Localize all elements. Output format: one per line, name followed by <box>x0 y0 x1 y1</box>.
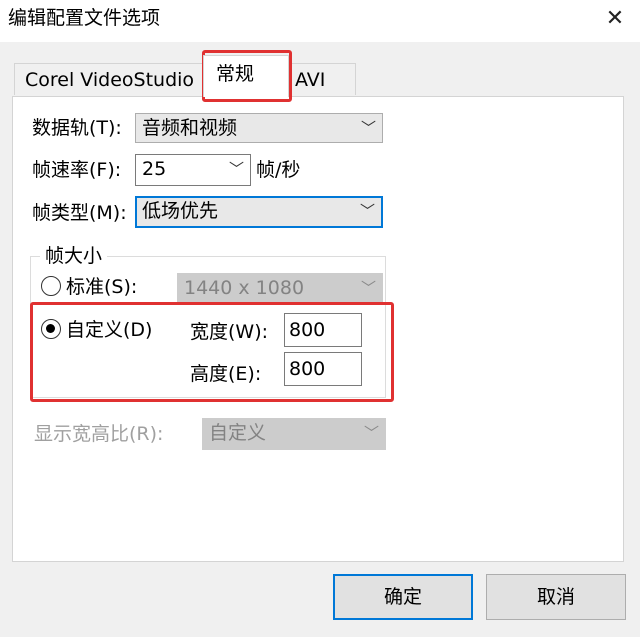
data-track-value: 音频和视频 <box>142 117 238 139</box>
chevron-down-icon: ﹀ <box>360 279 376 297</box>
frame-rate-combo[interactable]: 25 ﹀ <box>135 154 251 186</box>
frame-rate-label: 帧速率(F): <box>32 159 122 181</box>
frame-rate-value: 25 <box>142 158 167 180</box>
frame-rate-unit: 帧/秒 <box>256 159 301 181</box>
custom-size-highlight-box <box>30 302 394 402</box>
frame-type-label: 帧类型(M): <box>32 202 127 224</box>
cancel-button[interactable]: 取消 <box>486 574 626 620</box>
chevron-down-icon: ﹀ <box>363 424 379 442</box>
frame-type-select[interactable]: 低场优先 ﹀ <box>135 196 383 228</box>
standard-radio[interactable] <box>41 276 61 296</box>
chevron-down-icon[interactable]: ﹀ <box>229 155 244 183</box>
standard-label[interactable]: 标准(S): <box>66 273 137 301</box>
window-title: 编辑配置文件选项 <box>8 7 161 29</box>
aspect-ratio-value: 自定义 <box>209 422 267 444</box>
close-icon[interactable]: ✕ <box>600 4 630 34</box>
standard-size-select[interactable]: 1440 x 1080 ﹀ <box>177 273 383 303</box>
aspect-ratio-select[interactable]: 自定义 ﹀ <box>202 418 386 450</box>
data-track-label: 数据轨(T): <box>32 117 122 139</box>
frame-type-value: 低场优先 <box>142 200 219 222</box>
chevron-down-icon: ﹀ <box>359 202 375 220</box>
tab-avi[interactable]: AVI <box>288 63 356 95</box>
data-track-select[interactable]: 音频和视频 ﹀ <box>135 113 383 143</box>
chevron-down-icon: ﹀ <box>360 119 376 137</box>
tab-corel-videostudio[interactable]: Corel VideoStudio <box>14 63 204 95</box>
ok-button[interactable]: 确定 <box>333 574 473 620</box>
standard-size-value: 1440 x 1080 <box>184 277 305 299</box>
tab-general[interactable]: 常规 <box>203 55 289 97</box>
aspect-ratio-label: 显示宽高比(R): <box>34 423 164 445</box>
frame-size-group-title: 帧大小 <box>40 242 108 270</box>
